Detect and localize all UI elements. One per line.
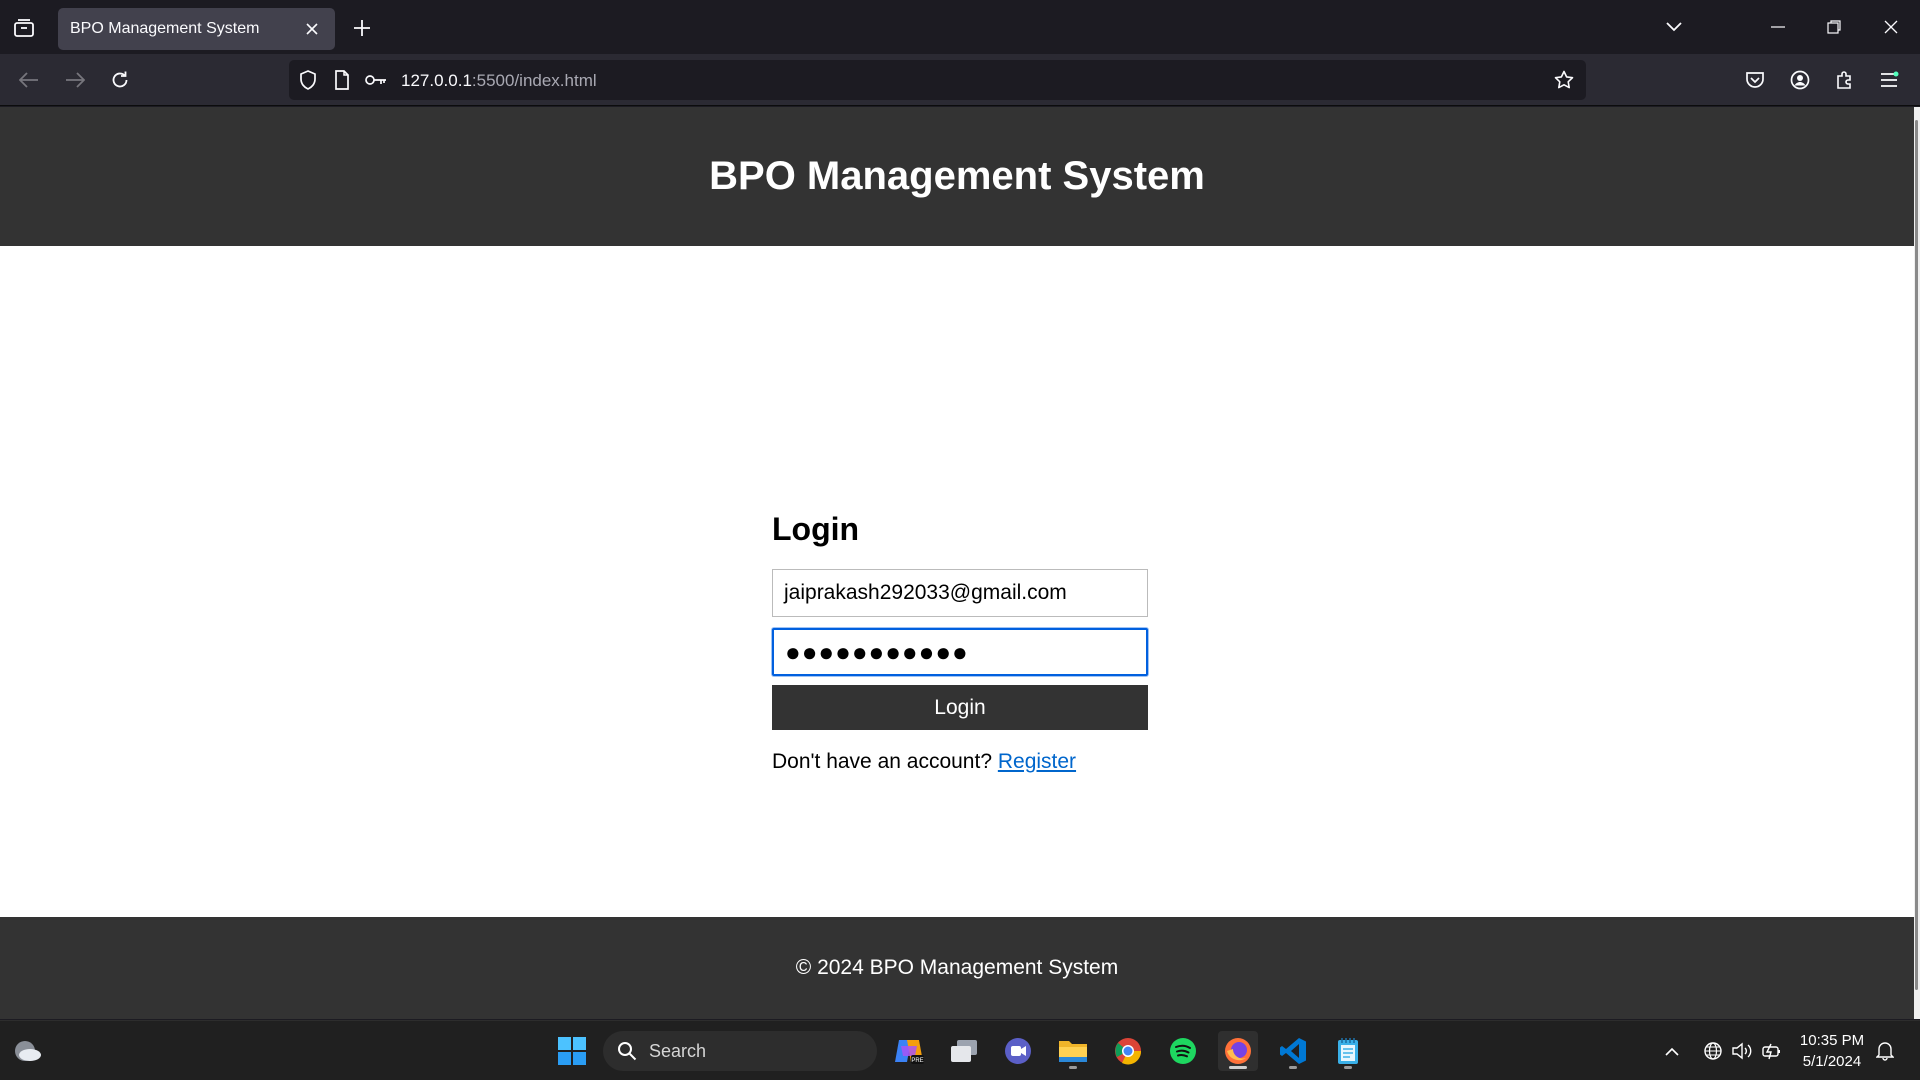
battery-charging-icon[interactable] bbox=[1760, 1039, 1784, 1063]
email-field[interactable]: jaiprakash292033@gmail.com bbox=[772, 569, 1148, 617]
key-icon[interactable] bbox=[365, 69, 387, 91]
copilot-icon[interactable]: PRE bbox=[889, 1031, 929, 1071]
url-path: :5500/index.html bbox=[471, 71, 597, 90]
password-field[interactable]: ●●●●●●●●●●● bbox=[772, 628, 1148, 676]
search-icon bbox=[618, 1042, 637, 1061]
notepad-icon[interactable] bbox=[1328, 1031, 1368, 1071]
register-prompt: Don't have an account? Register bbox=[772, 750, 1076, 774]
shield-icon[interactable] bbox=[297, 69, 319, 91]
back-arrow-icon[interactable] bbox=[14, 65, 44, 95]
bookmark-star-icon[interactable] bbox=[1553, 69, 1575, 91]
account-icon[interactable] bbox=[1785, 65, 1815, 95]
start-windows-icon[interactable] bbox=[552, 1031, 592, 1071]
page-title: BPO Management System bbox=[709, 154, 1205, 198]
running-indicator bbox=[1289, 1066, 1297, 1069]
clock-time: 10:35 PM bbox=[1799, 1032, 1865, 1049]
weather-widget-icon[interactable] bbox=[8, 1031, 48, 1071]
firefox-icon[interactable] bbox=[1218, 1031, 1258, 1071]
reload-icon[interactable] bbox=[105, 65, 135, 95]
register-link[interactable]: Register bbox=[998, 750, 1076, 773]
url-host: 127.0.0.1 bbox=[401, 71, 472, 90]
site-footer: © 2024 BPO Management System bbox=[0, 917, 1914, 1019]
browser-tab-bar: BPO Management System bbox=[0, 0, 1920, 54]
list-all-tabs-chevron-icon[interactable] bbox=[1658, 12, 1690, 42]
url-text[interactable]: 127.0.0.1:5500/index.html bbox=[401, 71, 597, 91]
browser-tab-active[interactable]: BPO Management System bbox=[58, 8, 335, 50]
windows-taskbar: Search PRE 10:35 PM 5/1/2024 bbox=[0, 1020, 1920, 1080]
login-heading: Login bbox=[772, 511, 860, 547]
teams-meet-icon[interactable] bbox=[998, 1031, 1038, 1071]
tab-close-icon[interactable] bbox=[301, 18, 323, 40]
notification-bell-icon[interactable] bbox=[1873, 1039, 1897, 1063]
address-bar[interactable]: 127.0.0.1:5500/index.html bbox=[289, 60, 1586, 100]
new-tab-icon[interactable] bbox=[347, 13, 377, 43]
pocket-icon[interactable] bbox=[1740, 65, 1770, 95]
network-globe-icon[interactable] bbox=[1701, 1039, 1725, 1063]
page-icon[interactable] bbox=[331, 69, 353, 91]
login-button[interactable]: Login bbox=[772, 685, 1148, 730]
svg-text:PRE: PRE bbox=[911, 1058, 923, 1064]
task-view-icon[interactable] bbox=[944, 1031, 984, 1071]
extensions-icon[interactable] bbox=[1830, 65, 1860, 95]
active-indicator bbox=[1229, 1066, 1247, 1069]
browser-toolbar: 127.0.0.1:5500/index.html bbox=[0, 54, 1920, 106]
no-account-text: Don't have an account? bbox=[772, 750, 992, 773]
tab-title: BPO Management System bbox=[70, 20, 260, 37]
volume-icon[interactable] bbox=[1730, 1039, 1754, 1063]
spotify-icon[interactable] bbox=[1163, 1031, 1203, 1071]
search-label: Search bbox=[649, 1040, 707, 1061]
file-explorer-icon[interactable] bbox=[1053, 1031, 1093, 1071]
close-window-icon[interactable] bbox=[1875, 12, 1907, 42]
web-page: BPO Management System Login jaiprakash29… bbox=[0, 107, 1914, 1019]
system-clock[interactable]: 10:35 PM 5/1/2024 bbox=[1795, 1030, 1869, 1072]
tab-list-icon[interactable] bbox=[10, 14, 38, 42]
footer-copyright: © 2024 BPO Management System bbox=[795, 956, 1119, 979]
chrome-icon[interactable] bbox=[1108, 1031, 1148, 1071]
show-hidden-icons-chevron-icon[interactable] bbox=[1660, 1039, 1684, 1063]
clock-date: 5/1/2024 bbox=[1802, 1053, 1862, 1070]
restore-icon[interactable] bbox=[1818, 12, 1850, 42]
site-header: BPO Management System bbox=[0, 107, 1914, 246]
minimize-icon[interactable] bbox=[1762, 12, 1794, 42]
page-scrollbar-thumb[interactable] bbox=[1915, 120, 1918, 990]
menu-hamburger-icon[interactable] bbox=[1874, 65, 1904, 95]
running-indicator bbox=[1069, 1066, 1077, 1069]
running-indicator bbox=[1344, 1066, 1352, 1069]
forward-arrow-icon[interactable] bbox=[60, 65, 90, 95]
vscode-icon[interactable] bbox=[1273, 1031, 1313, 1071]
password-masked-value: ●●●●●●●●●●● bbox=[785, 637, 969, 667]
taskbar-search-box[interactable]: Search bbox=[603, 1031, 877, 1071]
